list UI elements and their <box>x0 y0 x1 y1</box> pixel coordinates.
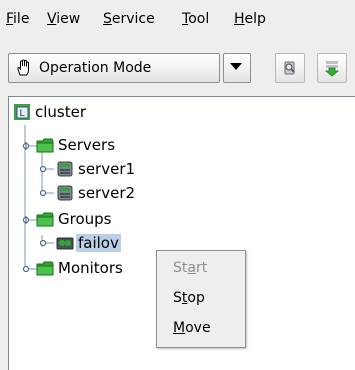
chevron-down-icon <box>230 63 242 70</box>
tree-node-servers[interactable]: Servers <box>36 135 156 155</box>
svg-text:L: L <box>20 109 25 119</box>
tree-node-server1[interactable]: server1 <box>56 159 186 179</box>
mode-dropdown-button[interactable] <box>223 53 251 83</box>
menu-item-start: Start <box>173 260 208 276</box>
tree-node-server2[interactable]: server2 <box>56 183 186 203</box>
download-arrow-icon <box>324 61 340 77</box>
hand-pointer-icon <box>15 59 33 77</box>
cluster-icon: L <box>13 103 31 121</box>
folder-icon <box>36 259 54 277</box>
expand-handle-icon[interactable] <box>40 238 54 248</box>
tree-node-groups[interactable]: Groups <box>36 209 156 229</box>
expand-handle-icon[interactable] <box>40 164 54 174</box>
collapse-handle-icon[interactable] <box>23 141 37 151</box>
menu-service[interactable]: Service <box>103 10 155 28</box>
menu-tool[interactable]: Tool <box>182 10 209 28</box>
menu-view[interactable]: View <box>47 10 80 28</box>
server-icon <box>56 160 74 178</box>
operation-mode-select[interactable]: Operation Mode <box>8 53 220 83</box>
group-icon <box>56 234 74 252</box>
tree-node-monitors[interactable]: Monitors <box>36 258 156 278</box>
menu-item-stop[interactable]: Stop <box>173 289 205 307</box>
menu-item-move[interactable]: Move <box>173 319 211 337</box>
toolbar: Operation Mode <box>0 35 355 93</box>
menu-file[interactable]: File <box>6 10 29 28</box>
find-server-button[interactable] <box>275 53 305 83</box>
expand-handle-icon[interactable] <box>23 264 37 274</box>
server-icon <box>56 184 74 202</box>
tree-node-cluster[interactable]: L cluster <box>13 102 133 122</box>
menu-bar: File View Service Tool Help <box>0 0 355 32</box>
operation-mode-value: Operation Mode <box>39 60 152 76</box>
folder-icon <box>36 210 54 228</box>
download-button[interactable] <box>317 53 347 83</box>
context-menu: Start Stop Move <box>156 250 246 348</box>
menu-help[interactable]: Help <box>234 10 266 28</box>
expand-handle-icon[interactable] <box>40 188 54 198</box>
folder-icon <box>36 136 54 154</box>
search-server-icon <box>284 61 295 75</box>
collapse-handle-icon[interactable] <box>23 215 37 225</box>
